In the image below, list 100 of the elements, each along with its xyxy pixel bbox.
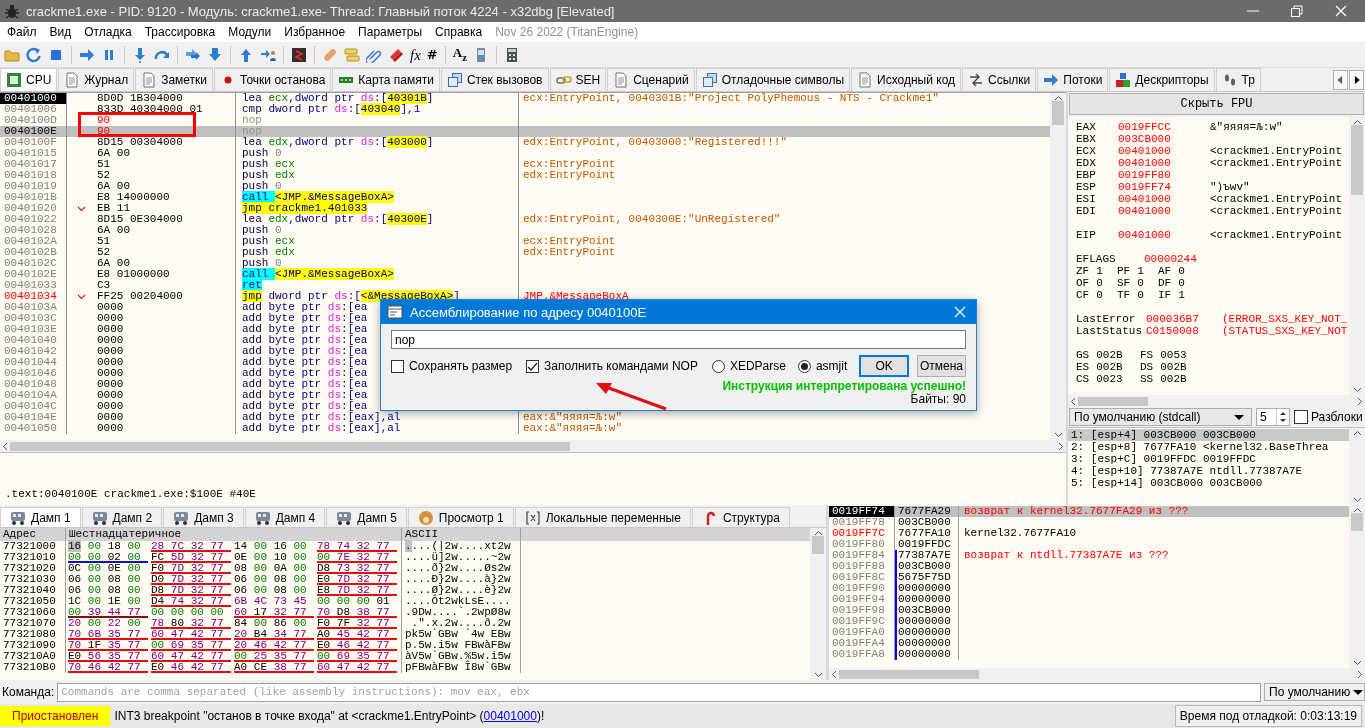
segment-value[interactable]: 0053 bbox=[1160, 349, 1187, 361]
tab[interactable]: Журнал bbox=[58, 68, 135, 91]
scroll-right-icon[interactable] bbox=[1357, 669, 1363, 679]
arrow-right-icon[interactable] bbox=[79, 46, 95, 63]
flag-value[interactable]: 0 bbox=[1137, 277, 1144, 289]
arrow-down-icon[interactable] bbox=[207, 46, 223, 63]
menu-item[interactable]: Избранное bbox=[278, 25, 353, 39]
argument-row[interactable]: 2: [esp+8] 7677FA10 <kernel32.BaseThrea bbox=[1068, 441, 1349, 453]
register-value[interactable]: 0019FF80 bbox=[1118, 169, 1210, 181]
stack-row[interactable]: 0019FF8C 5675F75D bbox=[829, 572, 1349, 583]
scroll-left-icon[interactable] bbox=[2, 441, 8, 451]
register-value[interactable]: 003CB000 bbox=[1118, 133, 1210, 145]
tab[interactable]: Карта памяти bbox=[332, 68, 440, 91]
flag-value[interactable]: 0 bbox=[1137, 289, 1144, 301]
disasm-row[interactable]: 0040102B 52 push edx edx:EntryPoint bbox=[0, 247, 1050, 258]
stack-row[interactable]: 0019FFA4 00000000 bbox=[829, 638, 1349, 649]
letter-symbol[interactable]: A$_{z}$ bbox=[452, 44, 467, 65]
scroll-up-icon[interactable] bbox=[1352, 119, 1362, 125]
tab[interactable]: Просмотр 1 bbox=[407, 507, 514, 527]
scroll-up-icon[interactable] bbox=[1352, 507, 1362, 513]
scroll-up-icon[interactable] bbox=[1053, 95, 1063, 101]
scrollbar[interactable] bbox=[1349, 117, 1365, 395]
column-header[interactable]: Адрес bbox=[0, 528, 66, 541]
segment-value[interactable]: 002B bbox=[1160, 373, 1187, 385]
tab[interactable]: Исходный код bbox=[851, 68, 962, 91]
scrollbar[interactable] bbox=[829, 668, 1365, 680]
radio-button[interactable]: asmjit bbox=[797, 359, 848, 373]
segment-value[interactable]: 002B bbox=[1160, 361, 1187, 373]
tab[interactable]: Потоки bbox=[1037, 68, 1109, 91]
flag-value[interactable]: 1 bbox=[1178, 289, 1185, 301]
scroll-thumb[interactable] bbox=[1351, 125, 1363, 195]
stack-row[interactable]: 0019FF7C 7677FA10 kernel32.7677FA10 bbox=[829, 528, 1349, 539]
count-spinbox[interactable]: 5 bbox=[1256, 408, 1290, 426]
scroll-thumb[interactable] bbox=[1052, 101, 1064, 125]
tab[interactable]: Дамп 4 bbox=[244, 507, 326, 527]
flag-value[interactable]: 1 bbox=[1096, 265, 1103, 277]
scroll-right-icon[interactable] bbox=[1357, 396, 1363, 406]
command-input[interactable]: Commands are comma separated (like assembly instructions): mov eax, ebx bbox=[57, 682, 1261, 702]
menu-item[interactable]: Вид bbox=[43, 25, 79, 39]
flag-value[interactable]: 0 bbox=[1178, 265, 1185, 277]
close-icon[interactable] bbox=[1333, 3, 1349, 19]
mode-dropdown[interactable]: По умолчанию bbox=[1264, 683, 1365, 701]
tags-icon[interactable] bbox=[388, 46, 404, 63]
register-value[interactable]: 00000244 bbox=[1144, 253, 1236, 265]
stack-row[interactable]: 0019FF84 77387A7E возврат к ntdll.77387A7E из ??? bbox=[829, 550, 1349, 561]
disasm-row[interactable]: 0040102A 51 push ecx ecx:EntryPoint bbox=[0, 236, 1050, 247]
flag-value[interactable]: 0 bbox=[1096, 289, 1103, 301]
menu-item[interactable]: Параметры bbox=[352, 25, 430, 39]
scroll-down-icon[interactable] bbox=[1352, 660, 1362, 666]
tab[interactable]: Структура bbox=[691, 507, 790, 527]
menu-item[interactable]: Файл bbox=[1, 25, 44, 39]
stack-row[interactable]: 0019FF90 00000000 bbox=[829, 583, 1349, 594]
disasm-row[interactable]: 00401020 EB 11 jmp crackme1.401033 bbox=[0, 203, 1050, 214]
stack-row[interactable]: 0019FFA8 00000000 bbox=[829, 649, 1349, 660]
function-symbol[interactable]: fx bbox=[410, 46, 421, 63]
disasm-row[interactable]: 0040102E E8 01000000 call <JMP.&MessageBoxA> bbox=[0, 269, 1050, 280]
flag-value[interactable]: 1 bbox=[1137, 265, 1144, 277]
segment-value[interactable]: 0023 bbox=[1096, 373, 1123, 385]
scroll-up-icon[interactable] bbox=[1352, 430, 1362, 436]
stack-row[interactable]: 0019FFA0 00000000 bbox=[829, 627, 1349, 638]
register-value[interactable]: 00401000 bbox=[1118, 145, 1210, 157]
tab[interactable]: SEH bbox=[549, 68, 607, 91]
disasm-row[interactable]: 00401018 52 push edx edx:EntryPoint bbox=[0, 170, 1050, 181]
register-value[interactable]: 00401000 bbox=[1118, 193, 1210, 205]
circular-arrow-icon[interactable] bbox=[26, 46, 42, 63]
stack-row[interactable]: 0019FF98 003CB000 bbox=[829, 605, 1349, 616]
scroll-down-icon[interactable] bbox=[813, 672, 823, 678]
argument-row[interactable]: 4: [esp+10] 77387A7E ntdll.77387A7E bbox=[1068, 465, 1349, 477]
register-value[interactable]: 00401000 bbox=[1118, 157, 1210, 169]
stack-row[interactable]: 0019FF94 00000000 bbox=[829, 594, 1349, 605]
stack-row[interactable]: 0019FF78 003CB000 bbox=[829, 517, 1349, 528]
address-link[interactable]: 00401000 bbox=[483, 709, 537, 723]
tab[interactable]: Дамп 5 bbox=[326, 507, 407, 527]
scroll-left-icon[interactable] bbox=[1333, 69, 1348, 90]
register-value[interactable]: 00401000 bbox=[1118, 205, 1210, 217]
scrollbar[interactable] bbox=[1050, 93, 1066, 440]
tab[interactable]: Локальные переменные bbox=[514, 507, 691, 527]
close-icon[interactable] bbox=[952, 304, 968, 320]
convention-dropdown[interactable]: По умолчанию (stdcall) bbox=[1069, 408, 1252, 426]
scrollbar[interactable] bbox=[1068, 395, 1365, 407]
scroll-thumb[interactable] bbox=[10, 441, 570, 451]
register-value[interactable]: 0019FFCC bbox=[1118, 121, 1210, 133]
stack-row[interactable]: 0019FF88 003CB000 bbox=[829, 561, 1349, 572]
scrollbar[interactable] bbox=[810, 528, 826, 680]
register-value[interactable]: 00401000 bbox=[1118, 229, 1210, 241]
segment-value[interactable]: 002B bbox=[1096, 349, 1123, 361]
argument-row[interactable]: 5: [esp+14] 003CB000 003CB000 bbox=[1068, 477, 1349, 489]
scroll-thumb[interactable] bbox=[1351, 513, 1363, 531]
disasm-row[interactable]: 00401006 833D 40304000 01 cmp dword ptr ds:[403040],1 bbox=[0, 104, 1050, 115]
scroll-left-icon[interactable] bbox=[831, 669, 837, 679]
scrollbar[interactable] bbox=[0, 440, 1066, 452]
scroll-thumb[interactable] bbox=[839, 669, 979, 679]
menu-item[interactable]: Справка bbox=[429, 25, 490, 39]
scroll-down-icon[interactable] bbox=[1352, 387, 1362, 393]
tab[interactable]: Точки останова bbox=[214, 68, 332, 91]
scroll-thumb[interactable] bbox=[812, 536, 824, 554]
tab[interactable]: CPU bbox=[0, 68, 58, 91]
script-icon[interactable] bbox=[291, 46, 307, 63]
tab[interactable]: Дамп 3 bbox=[163, 507, 244, 527]
flag-value[interactable]: 0 bbox=[1178, 277, 1185, 289]
